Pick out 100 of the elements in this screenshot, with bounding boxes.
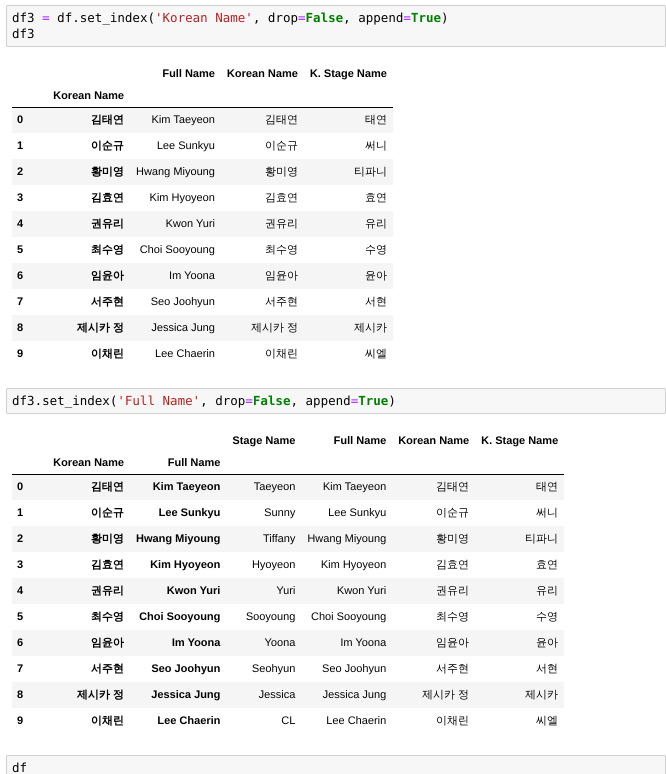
row-number: 2 (12, 526, 48, 552)
row-number: 3 (12, 185, 48, 211)
table-cell: Yoona (226, 630, 302, 656)
index-cell: Lee Chaerin (130, 708, 226, 734)
column-header: K. Stage Name (480, 434, 560, 449)
row-number: 5 (12, 604, 48, 630)
table-cell: Seohyun (226, 656, 302, 682)
table-cell: 김효연 (392, 552, 476, 578)
table-cell: Hwang Miyoung (130, 159, 221, 185)
index-cell: 이채린 (47, 341, 130, 367)
table-cell: 서현 (304, 289, 393, 315)
table-cell: 제시카 (304, 315, 393, 341)
index-cell: Choi Sooyoung (130, 604, 226, 630)
index-cell: 이순규 (47, 133, 130, 159)
code-input[interactable]: df3.set_index('Full Name', drop=False, append=True) (6, 388, 666, 414)
table-cell: Yuri (226, 578, 302, 604)
table-cell: Jessica (226, 682, 302, 708)
row-number: 7 (12, 656, 48, 682)
index-cell: 이순규 (47, 500, 130, 526)
table-cell: Kim Taeyeon (130, 107, 221, 133)
table-cell: 태연 (475, 474, 564, 500)
column-header: Korean Name (397, 434, 470, 449)
index-cell: 김태연 (47, 474, 130, 500)
table-cell: 유리 (475, 578, 564, 604)
index-cell: 제시카 정 (47, 315, 130, 341)
row-number: 9 (12, 708, 48, 734)
index-cell: 서주현 (47, 656, 130, 682)
index-cell: 제시카 정 (47, 682, 130, 708)
table-cell: 김태연 (392, 474, 476, 500)
index-cell: 서주현 (47, 289, 130, 315)
table-cell: 임윤아 (392, 630, 476, 656)
index-cell: Hwang Miyoung (130, 526, 226, 552)
table-cell: 제시카 (475, 682, 564, 708)
table-cell: 제시카 정 (392, 682, 476, 708)
table-cell: 제시카 정 (220, 315, 304, 341)
index-cell: 김효연 (47, 185, 130, 211)
table-cell: Choi Sooyoung (301, 604, 392, 630)
table-cell: Lee Chaerin (301, 708, 392, 734)
table-cell: Seo Joohyun (301, 656, 392, 682)
row-number: 8 (12, 315, 48, 341)
table-cell: Tiffany (226, 526, 302, 552)
index-cell: 최수영 (47, 604, 130, 630)
row-number: 4 (12, 578, 48, 604)
index-cell: 임윤아 (47, 263, 130, 289)
index-cell: Jessica Jung (130, 682, 226, 708)
table-cell: Im Yoona (301, 630, 392, 656)
table-cell: 윤아 (304, 263, 393, 289)
code-input[interactable]: df3 = df.set_index('Korean Name', drop=False, append=True) df3 (6, 5, 666, 47)
column-header: Stage Name (231, 434, 296, 449)
row-number: 3 (12, 552, 48, 578)
index-cell: Lee Sunkyu (130, 500, 226, 526)
table-cell: 유리 (304, 211, 393, 237)
table-cell: 이순규 (220, 133, 304, 159)
index-cell: 황미영 (47, 159, 130, 185)
table-cell: 최수영 (220, 237, 304, 263)
index-name: Korean Name (47, 452, 130, 474)
column-header: Full Name (161, 66, 216, 82)
column-header: Korean Name (226, 66, 299, 82)
table-cell: 황미영 (220, 159, 304, 185)
row-number: 0 (12, 474, 48, 500)
table-cell: 수영 (475, 604, 564, 630)
table-cell: 효연 (475, 552, 564, 578)
table-cell: 씨엘 (475, 708, 564, 734)
index-cell: 황미영 (47, 526, 130, 552)
table-cell: Kwon Yuri (301, 578, 392, 604)
table-cell: Hwang Miyoung (301, 526, 392, 552)
row-number: 1 (12, 133, 48, 159)
index-cell: 권유리 (47, 211, 130, 237)
table-cell: Lee Sunkyu (301, 500, 392, 526)
table-cell: 이채린 (392, 708, 476, 734)
table-cell: 써니 (475, 500, 564, 526)
table-cell: 서주현 (220, 289, 304, 315)
row-number: 7 (12, 289, 48, 315)
index-cell: Kim Hyoyeon (130, 552, 226, 578)
index-cell: 김효연 (47, 552, 130, 578)
table-cell: Lee Chaerin (130, 341, 221, 367)
row-number: 4 (12, 211, 48, 237)
index-cell: 김태연 (47, 107, 130, 133)
table-cell: 서현 (475, 656, 564, 682)
index-cell: Kim Taeyeon (130, 474, 226, 500)
table-cell: Sunny (226, 500, 302, 526)
table-cell: Lee Sunkyu (130, 133, 221, 159)
code-input[interactable]: df (6, 755, 666, 774)
table-cell: 서주현 (392, 656, 476, 682)
row-number: 8 (12, 682, 48, 708)
table-cell: Jessica Jung (130, 315, 221, 341)
table-cell: Kim Hyoyeon (130, 185, 221, 211)
table-cell: Kwon Yuri (130, 211, 221, 237)
table-cell: Sooyoung (226, 604, 302, 630)
table-cell: Seo Joohyun (130, 289, 221, 315)
table-cell: Hyoyeon (226, 552, 302, 578)
index-cell: 권유리 (47, 578, 130, 604)
table-cell: CL (226, 708, 302, 734)
table-cell: 황미영 (392, 526, 476, 552)
table-cell: Choi Sooyoung (130, 237, 221, 263)
table-cell: 써니 (304, 133, 393, 159)
table-cell: 이채린 (220, 341, 304, 367)
table-cell: 임윤아 (220, 263, 304, 289)
row-number: 6 (12, 263, 48, 289)
table-cell: 윤아 (475, 630, 564, 656)
